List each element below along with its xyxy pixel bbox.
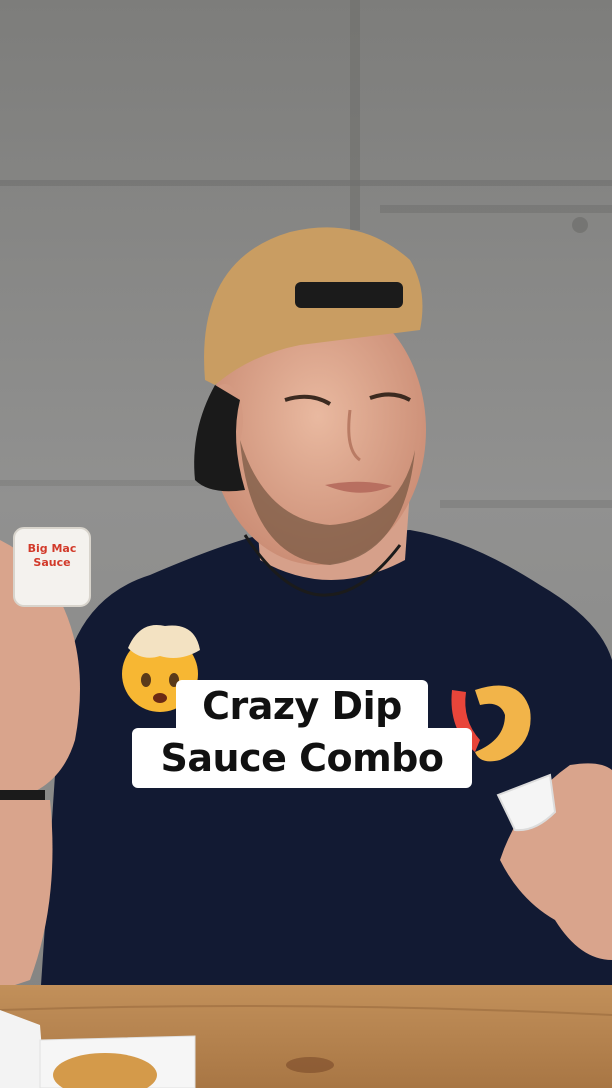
video-frame: Big Mac Sauce	[0, 0, 612, 1088]
svg-text:Sauce: Sauce	[33, 556, 70, 569]
svg-text:Big Mac: Big Mac	[28, 542, 77, 555]
big-mac-sauce-packet: Big Mac Sauce	[13, 527, 91, 607]
caption-line-1: Crazy Dip	[176, 680, 428, 734]
caption-line-2: Sauce Combo	[132, 728, 472, 788]
